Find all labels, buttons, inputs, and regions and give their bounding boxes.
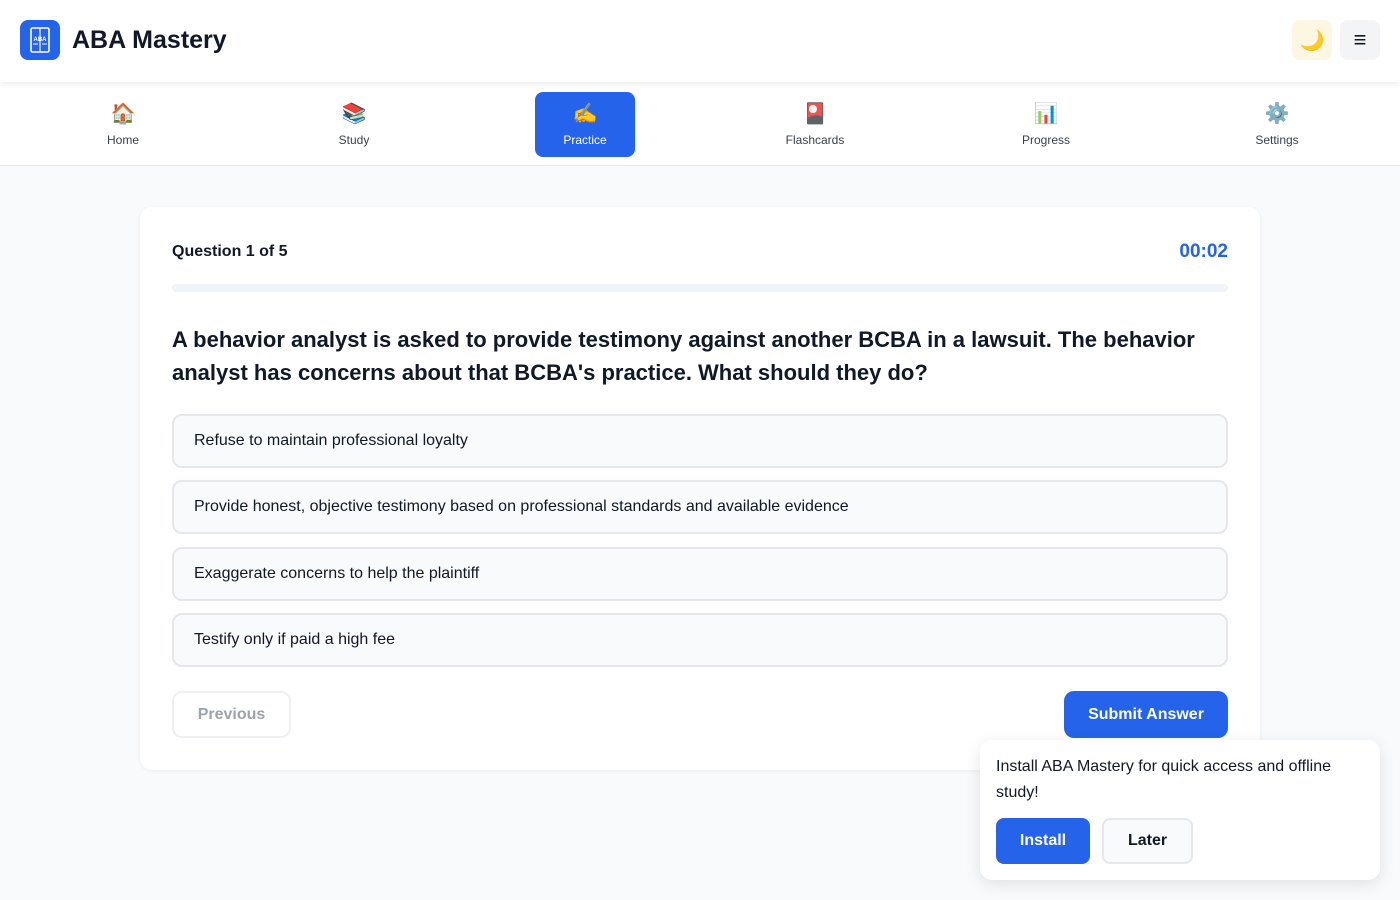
nav-label-settings: Settings [1255,133,1299,147]
nav-item-home[interactable]: 🏠 Home [73,92,173,157]
flashcard-icon: 🎴 [802,103,828,125]
book-icon: ABA [30,27,50,53]
gear-icon: ⚙️ [1264,103,1290,125]
install-button[interactable]: Install [996,818,1090,864]
submit-answer-button[interactable]: Submit Answer [1064,691,1228,738]
previous-button[interactable]: Previous [172,691,291,738]
answer-option[interactable]: Refuse to maintain professional loyalty [172,414,1228,468]
main-nav: 🏠 Home 📚 Study ✍️ Practice 🎴 Flashcards … [0,82,1400,166]
quiz-progress-bar [172,284,1228,292]
question-text: A behavior analyst is asked to provide t… [172,327,1195,385]
question-counter: Question 1 of 5 [172,243,288,260]
nav-item-settings[interactable]: ⚙️ Settings [1227,92,1327,157]
answer-option-text: Provide honest, objective testimony base… [194,498,849,515]
bar-chart-icon: 📊 [1033,103,1059,125]
nav-label-progress: Progress [1021,133,1071,147]
question-card: Question 1 of 5 00:02 A behavior analyst… [140,207,1260,770]
app-logo[interactable]: ABA [20,20,60,60]
answer-option[interactable]: Provide honest, objective testimony base… [172,480,1228,534]
hamburger-menu-icon: ≡ [1353,27,1367,52]
nav-item-practice[interactable]: ✍️ Practice [535,92,635,157]
quiz-timer: 00:02 [1179,241,1228,262]
app-title: ABA Mastery [72,26,227,54]
menu-button[interactable]: ≡ [1340,20,1380,60]
nav-item-progress[interactable]: 📊 Progress [996,92,1096,157]
nav-label-practice: Practice [563,133,607,147]
answer-option[interactable]: Exaggerate concerns to help the plaintif… [172,547,1228,601]
books-icon: 📚 [341,103,367,125]
nav-item-flashcards[interactable]: 🎴 Flashcards [765,92,865,157]
nav-label-flashcards: Flashcards [785,133,845,147]
logo-text: ABA [34,37,48,43]
answer-option[interactable]: Testify only if paid a high fee [172,613,1228,667]
app-header: ABA ABA Mastery 🌙 ≡ [0,0,1400,82]
answer-option-text: Refuse to maintain professional loyalty [194,432,468,449]
answer-option-text: Testify only if paid a high fee [194,631,396,648]
install-message: Install ABA Mastery for quick access and… [996,758,1331,801]
answer-option-text: Exaggerate concerns to help the plaintif… [194,565,480,582]
nav-item-study[interactable]: 📚 Study [304,92,404,157]
install-prompt: Install ABA Mastery for quick access and… [980,740,1380,880]
moon-icon: 🌙 [1299,29,1325,52]
house-icon: 🏠 [110,103,136,125]
nav-label-study: Study [338,133,370,147]
theme-toggle-button[interactable]: 🌙 [1292,20,1332,60]
writing-hand-icon: ✍️ [572,103,598,125]
nav-label-home: Home [106,133,139,147]
later-button[interactable]: Later [1102,818,1193,864]
